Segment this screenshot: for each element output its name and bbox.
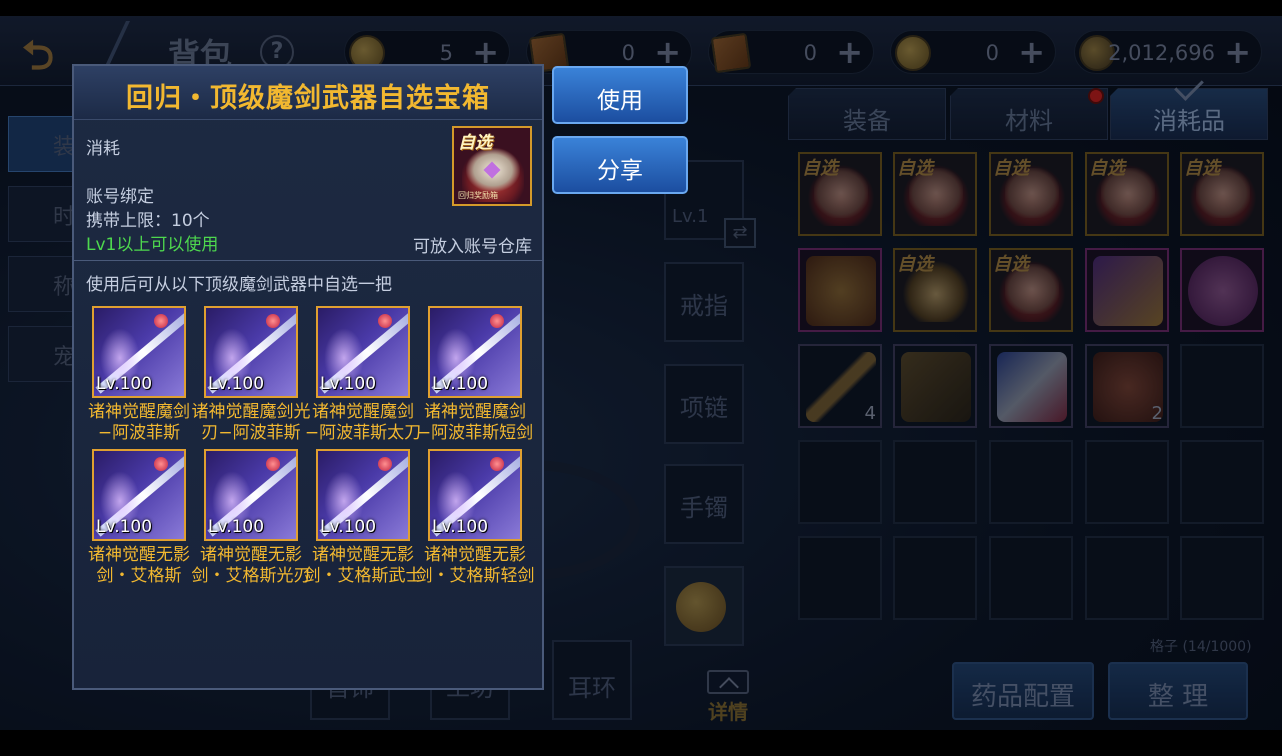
game-screen: ⮌ 背包 ? 5 + 0 + 0 + 0 + 2,012,696 + 装 时 称… bbox=[0, 0, 1282, 756]
share-button[interactable]: 分享 bbox=[552, 136, 688, 194]
reward-item[interactable]: Lv.100 诸神觉醒无影剑・艾格斯光刃 bbox=[186, 449, 311, 595]
top-letterbox bbox=[0, 0, 1282, 16]
button-label: 分享 bbox=[597, 158, 643, 184]
popup-header: 回归・顶级魔剑武器自选宝箱 bbox=[74, 66, 542, 120]
reward-item[interactable]: Lv.100 诸神觉醒无影剑・艾格斯轻剑 bbox=[410, 449, 535, 595]
button-label: 使用 bbox=[597, 88, 643, 114]
reward-item[interactable]: Lv.100 诸神觉醒无影剑・艾格斯 bbox=[74, 449, 190, 595]
reward-name: 诸神觉醒魔剑光刃−阿波菲斯 bbox=[191, 402, 311, 443]
reward-name: 诸神觉醒无影剑・艾格斯 bbox=[88, 545, 190, 586]
reward-name: 诸神觉醒魔剑−阿波菲斯 bbox=[88, 402, 190, 443]
reward-name: 诸神觉醒无影剑・艾格斯轻剑 bbox=[415, 545, 535, 586]
select-tag: 自选 bbox=[458, 133, 492, 153]
reward-level: Lv.100 bbox=[432, 517, 489, 537]
reward-item[interactable]: Lv.100 诸神觉醒魔剑−阿波菲斯太刀 bbox=[298, 306, 421, 452]
reward-description: 使用后可从以下顶级魔剑武器中自选一把 bbox=[86, 275, 392, 295]
use-button[interactable]: 使用 bbox=[552, 66, 688, 124]
reward-item[interactable]: Lv.100 诸神觉醒魔剑−阿波菲斯短剑 bbox=[410, 306, 533, 452]
reward-level: Lv.100 bbox=[432, 374, 489, 394]
reward-level: Lv.100 bbox=[320, 517, 377, 537]
binding-info: 账号绑定 bbox=[86, 187, 154, 207]
item-type: 消耗 bbox=[86, 139, 120, 159]
reward-level: Lv.100 bbox=[208, 374, 265, 394]
reward-name: 诸神觉醒无影剑・艾格斯武士刀 bbox=[303, 545, 423, 589]
selection-chest-icon: 自选 回归奖励箱 bbox=[452, 126, 532, 206]
warehouse-info: 可放入账号仓库 bbox=[413, 237, 532, 257]
reward-item[interactable]: Lv.100 诸神觉醒魔剑光刃−阿波菲斯 bbox=[186, 306, 311, 452]
carry-limit: 携带上限：10个 bbox=[86, 211, 210, 231]
reward-item[interactable]: Lv.100 诸神觉醒魔剑−阿波菲斯 bbox=[74, 306, 190, 452]
reward-level: Lv.100 bbox=[96, 374, 153, 394]
reward-item[interactable]: Lv.100 诸神觉醒无影剑・艾格斯武士刀 bbox=[298, 449, 423, 595]
reward-name: 诸神觉醒魔剑−阿波菲斯太刀 bbox=[304, 402, 422, 443]
popup-divider bbox=[74, 260, 542, 261]
popup-title: 回归・顶级魔剑武器自选宝箱 bbox=[126, 83, 490, 114]
icon-subtext: 回归奖励箱 bbox=[458, 191, 498, 200]
reward-name: 诸神觉醒魔剑−阿波菲斯短剑 bbox=[416, 402, 534, 443]
level-requirement: Lv1以上可以使用 bbox=[86, 235, 219, 255]
item-detail-popup: 回归・顶级魔剑武器自选宝箱 消耗 自选 回归奖励箱 账号绑定 携带上限：10个 … bbox=[72, 64, 544, 690]
reward-level: Lv.100 bbox=[96, 517, 153, 537]
reward-level: Lv.100 bbox=[320, 374, 377, 394]
bottom-letterbox bbox=[0, 730, 1282, 756]
reward-name: 诸神觉醒无影剑・艾格斯光刃 bbox=[191, 545, 311, 586]
reward-level: Lv.100 bbox=[208, 517, 265, 537]
